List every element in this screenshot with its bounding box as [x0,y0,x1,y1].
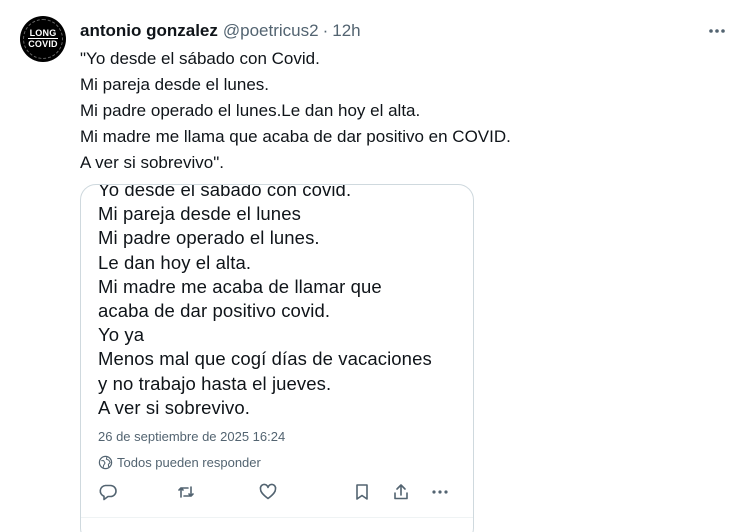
tweet-text-line: Mi madre me llama que acaba de dar posit… [80,127,511,146]
avatar-text-bottom: COVID [28,38,58,49]
embedded-text-line: Mi madre me acaba de llamar que [98,275,382,297]
retweet-icon[interactable] [175,481,197,503]
embedded-date: 26 de septiembre de 2025 16:24 [98,429,286,444]
more-icon[interactable] [429,481,451,503]
embedded-text-line: Yo desde el sábado con covid. [98,184,352,200]
card-divider [81,517,473,518]
embedded-text-line: Yo ya [98,324,145,346]
avatar-text-top: LONG [29,28,57,38]
header-separator: · [322,21,329,40]
tweet-text-line: Mi pareja desde el lunes. [80,75,270,94]
embedded-text-line: Mi padre operado el lunes. [98,227,320,249]
avatar[interactable]: LONG COVID [20,16,66,62]
embedded-text-line: Menos mal que cogí días de vacaciones [98,348,432,370]
action-bar [81,481,473,505]
reply-icon[interactable] [97,481,119,503]
share-icon[interactable] [390,481,412,503]
reply-setting-label: Todos pueden responder [117,455,261,470]
bookmark-icon[interactable] [351,481,373,503]
tweet-text-line: Mi padre operado el lunes.Le dan hoy el … [80,101,421,120]
more-options-icon[interactable] [706,20,728,42]
embedded-text-line: Le dan hoy el alta. [98,251,252,273]
author-handle[interactable]: @poetricus2 [223,21,319,41]
embedded-text: Yo desde el sábado con covid. Mi pareja … [98,184,432,420]
globe-icon [98,455,113,470]
embedded-text-line: A ver si sobrevivo. [98,396,251,418]
author-name[interactable]: antonio gonzalez [80,21,218,41]
like-icon[interactable] [257,481,279,503]
embedded-text-line: acaba de dar positivo covid. [98,300,331,322]
tweet-text: "Yo desde el sábado con Covid. Mi pareja… [80,46,511,176]
tweet-text-line: "Yo desde el sábado con Covid. [80,49,320,68]
tweet-text-line: A ver si sobrevivo". [80,153,224,172]
embedded-text-line: y no trabajo hasta el jueves. [98,372,332,394]
embedded-screenshot-card[interactable]: Yo desde el sábado con covid. Mi pareja … [80,184,474,532]
reply-setting: Todos pueden responder [98,455,261,470]
tweet-header: antonio gonzalez @poetricus2 · 12h [80,20,361,42]
embedded-text-line: Mi pareja desde el lunes [98,203,301,225]
tweet-time[interactable]: 12h [332,21,360,41]
